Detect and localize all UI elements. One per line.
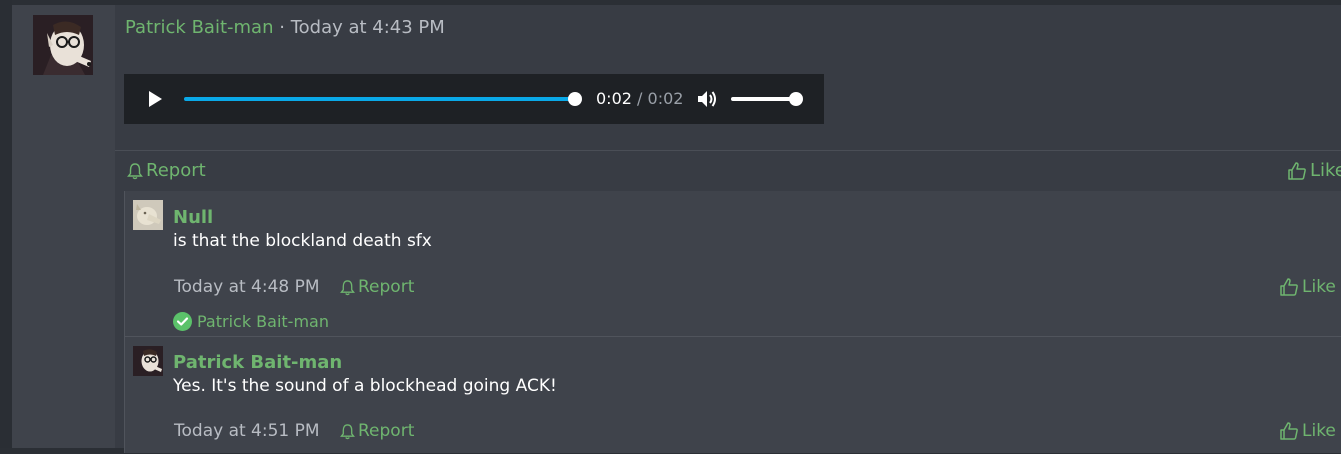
- comment-item: Patrick Bait-man Yes. It's the sound of …: [125, 336, 1341, 454]
- post-main: Patrick Bait-man · Today at 4:43 PM 0:02…: [115, 5, 1341, 453]
- avatar[interactable]: [33, 15, 93, 75]
- check-icon: [173, 312, 192, 331]
- comments-list: Null is that the blockland death sfx Tod…: [124, 191, 1341, 453]
- comment-author[interactable]: Null: [173, 207, 213, 228]
- report-button[interactable]: Report: [340, 421, 414, 441]
- like-button[interactable]: Like: [1279, 421, 1336, 441]
- comment-timestamp[interactable]: Today at 4:51 PM: [174, 421, 320, 441]
- like-label: Like: [1302, 277, 1336, 297]
- thumbs-up-icon: [1280, 278, 1298, 296]
- report-button[interactable]: Report: [340, 277, 414, 297]
- duration: 0:02: [647, 89, 684, 108]
- post-header: Patrick Bait-man · Today at 4:43 PM: [125, 17, 445, 38]
- volume-handle[interactable]: [789, 92, 803, 106]
- message-post: Patrick Bait-man · Today at 4:43 PM 0:02…: [12, 5, 1341, 453]
- time-display: 0:02 / 0:02: [596, 89, 683, 108]
- bell-icon: [127, 162, 143, 179]
- avatar-image: [133, 346, 163, 376]
- report-button[interactable]: Report: [127, 160, 206, 181]
- seek-bar[interactable]: [184, 97, 576, 101]
- post-footer: Report Like: [115, 150, 1341, 191]
- report-label: Report: [146, 160, 206, 181]
- header-separator: ·: [279, 17, 285, 38]
- audio-player: 0:02 / 0:02: [124, 74, 824, 124]
- seek-handle[interactable]: [568, 92, 582, 106]
- avatar-image: [33, 15, 93, 75]
- bell-icon: [340, 279, 355, 295]
- comment-text: is that the blockland death sfx: [173, 231, 432, 251]
- reaction-user[interactable]: Patrick Bait-man: [197, 312, 329, 331]
- comment-text: Yes. It's the sound of a blockhead going…: [173, 376, 557, 396]
- avatar[interactable]: [133, 200, 163, 230]
- post-author[interactable]: Patrick Bait-man: [125, 17, 273, 38]
- comment-item: Null is that the blockland death sfx Tod…: [125, 191, 1341, 336]
- post-timestamp[interactable]: Today at 4:43 PM: [291, 17, 445, 38]
- avatar-image: [133, 200, 163, 230]
- like-label: Like: [1310, 160, 1341, 181]
- report-label: Report: [358, 421, 415, 441]
- reaction-summary[interactable]: Patrick Bait-man: [173, 312, 329, 331]
- current-time: 0:02: [596, 89, 632, 108]
- comment-timestamp[interactable]: Today at 4:48 PM: [174, 277, 320, 297]
- thumbs-up-icon: [1288, 161, 1306, 180]
- volume-icon[interactable]: [696, 88, 718, 110]
- like-button[interactable]: Like: [1279, 277, 1336, 297]
- volume-slider[interactable]: [731, 97, 795, 101]
- comment-author[interactable]: Patrick Bait-man: [173, 352, 342, 373]
- play-icon[interactable]: [146, 90, 164, 108]
- bell-icon: [340, 423, 355, 439]
- like-button[interactable]: Like: [1287, 160, 1341, 181]
- report-label: Report: [358, 277, 415, 297]
- page-left-edge: [0, 0, 12, 448]
- time-separator: /: [637, 89, 643, 108]
- thumbs-up-icon: [1280, 422, 1298, 440]
- avatar[interactable]: [133, 346, 163, 376]
- like-label: Like: [1302, 421, 1336, 441]
- post-user-column: [12, 5, 115, 448]
